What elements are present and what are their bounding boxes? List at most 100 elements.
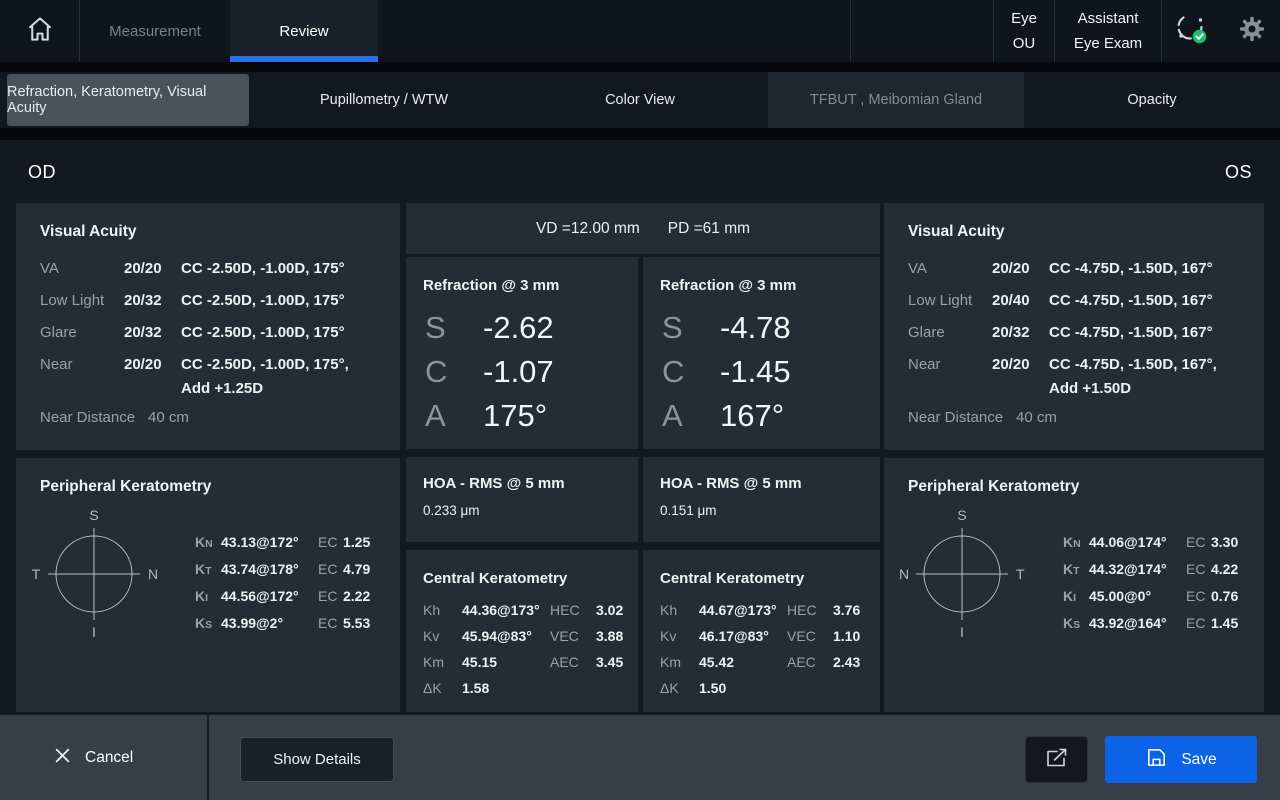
ck-label: Kv xyxy=(423,628,462,644)
cancel-button[interactable]: Cancel xyxy=(48,715,139,800)
pk-ec-value: 4.79 xyxy=(343,561,370,577)
top-bar: Measurement Review Eye OU Assistant Eye … xyxy=(0,0,1280,62)
subtab-color-view[interactable]: Color View xyxy=(512,72,768,128)
od-peripheral-keratometry-panel: Peripheral Keratometry S T N I KN 43.13@… xyxy=(16,458,400,712)
va-row-detail: CC -2.50D, -1.00D, 175° xyxy=(181,321,345,345)
save-label: Save xyxy=(1181,751,1216,769)
refraction-letter: C xyxy=(425,354,483,390)
subtab-refraction-keratometry-va[interactable]: Refraction, Keratometry, Visual Acuity xyxy=(6,73,250,127)
home-icon xyxy=(25,14,55,49)
va-detail-line1: CC -4.75D, -1.50D, 167° xyxy=(1049,324,1213,341)
svg-text:T: T xyxy=(1016,566,1025,582)
assistant-exam-status: Assistant Eye Exam xyxy=(1054,0,1161,62)
pk-ec-value: 1.25 xyxy=(343,534,370,550)
refraction-row: C -1.07 xyxy=(406,350,638,394)
assistant-label: Assistant xyxy=(1078,6,1139,31)
pk-k-sub: S xyxy=(1073,619,1080,631)
va-detail-line2: Add +1.50D xyxy=(1049,377,1217,401)
ck-label: ΔK xyxy=(660,680,699,696)
save-icon xyxy=(1145,746,1168,774)
pk-row: KS 43.99@2° EC 5.53 xyxy=(195,609,391,636)
ck-row: Kv 46.17@83° VEC 1.10 xyxy=(643,623,880,649)
subtab-pupillometry-wtw[interactable]: Pupillometry / WTW xyxy=(256,72,512,128)
ck-label: Kv xyxy=(660,628,699,644)
pk-label: KT xyxy=(195,561,221,577)
ck-ec-value: 3.88 xyxy=(596,628,623,644)
ck-label: Kh xyxy=(660,602,699,618)
pk-ec-value: 3.30 xyxy=(1211,534,1238,550)
tab-measurement[interactable]: Measurement xyxy=(80,0,230,62)
pk-row: KI 45.00@0° EC 0.76 xyxy=(1063,582,1259,609)
pk-ec-label: EC xyxy=(318,561,343,577)
refraction-value: -2.62 xyxy=(483,310,554,346)
va-detail-line1: CC -4.75D, -1.50D, 167° xyxy=(1049,292,1213,309)
ck-value: 46.17@83° xyxy=(699,628,787,644)
va-rows: VA 20/20 CC -2.50D, -1.00D, 175° Low Lig… xyxy=(16,257,400,426)
pk-value: 43.13@172° xyxy=(221,534,318,550)
refraction-letter: A xyxy=(662,398,720,434)
near-distance-row: Near Distance 40 cm xyxy=(16,409,400,426)
va-row-label: Low Light xyxy=(908,289,992,313)
ck-ec-label: HEC xyxy=(787,602,833,618)
panel-title: Refraction @ 3 mm xyxy=(643,257,880,294)
pk-row: KT 43.74@178° EC 4.79 xyxy=(195,555,391,582)
pk-ec-label: EC xyxy=(1186,588,1211,604)
hoa-value: 0.151 μm xyxy=(643,492,880,518)
od-hoa-panel: HOA - RMS @ 5 mm 0.233 μm xyxy=(406,457,638,542)
pk-label: KI xyxy=(1063,588,1089,604)
pk-ec-label: EC xyxy=(1186,615,1211,631)
refraction-letter: A xyxy=(425,398,483,434)
pk-k: K xyxy=(195,588,205,604)
od-central-keratometry-panel: Central Keratometry Kh 44.36@173° HEC 3.… xyxy=(406,550,638,712)
tab-review[interactable]: Review xyxy=(230,0,378,62)
refraction-letter: S xyxy=(662,310,720,346)
ck-ec-value: 1.10 xyxy=(833,628,860,644)
refraction-value: -1.45 xyxy=(720,354,791,390)
hoa-value: 0.233 μm xyxy=(406,492,638,518)
ck-value: 44.67@173° xyxy=(699,602,787,618)
pk-k-sub: N xyxy=(1073,538,1081,550)
pk-value: 45.00@0° xyxy=(1089,588,1186,604)
va-row: Near 20/20 CC -2.50D, -1.00D, 175°, Add … xyxy=(16,353,400,401)
svg-text:S: S xyxy=(957,507,966,523)
export-button[interactable] xyxy=(1025,736,1088,783)
results-area: OD OS VD =12.00 mm PD =61 mm Visual Acui… xyxy=(0,140,1280,715)
ck-label: Kh xyxy=(423,602,462,618)
show-details-label: Show Details xyxy=(273,751,361,768)
panel-title: Refraction @ 3 mm xyxy=(406,257,638,294)
save-button[interactable]: Save xyxy=(1105,736,1257,783)
show-details-button[interactable]: Show Details xyxy=(240,737,394,782)
export-icon xyxy=(1044,746,1070,773)
sync-status-button[interactable] xyxy=(1172,9,1212,53)
va-row-label: Near xyxy=(40,353,124,377)
pk-ec-value: 5.53 xyxy=(343,615,370,631)
panel-title: Central Keratometry xyxy=(643,550,880,587)
ck-row: Km 45.15 AEC 3.45 xyxy=(406,649,638,675)
refraction-value: 167° xyxy=(720,398,784,434)
va-row-acuity: 20/40 xyxy=(992,289,1049,313)
va-row-acuity: 20/32 xyxy=(124,321,181,345)
subtab-opacity[interactable]: Opacity xyxy=(1024,72,1280,128)
va-detail-line1: CC -4.75D, -1.50D, 167°, xyxy=(1049,353,1217,377)
va-row-acuity: 20/32 xyxy=(124,289,181,313)
ck-ec-value: 3.45 xyxy=(596,654,623,670)
pk-value: 44.56@172° xyxy=(221,588,318,604)
va-row: Near 20/20 CC -4.75D, -1.50D, 167°, Add … xyxy=(884,353,1264,401)
os-section-label: OS xyxy=(1225,162,1252,183)
assistant-value: Eye Exam xyxy=(1074,31,1142,56)
near-distance-label: Near Distance xyxy=(40,409,148,426)
pk-label: KI xyxy=(195,588,221,604)
vd-value: VD =12.00 mm xyxy=(536,220,640,238)
ck-row: ΔK 1.50 xyxy=(643,675,880,701)
pk-label: KS xyxy=(195,615,221,631)
pk-ec-label: EC xyxy=(318,615,343,631)
refraction-row: A 167° xyxy=(643,394,880,438)
refraction-value: -1.07 xyxy=(483,354,554,390)
near-distance-row: Near Distance 40 cm xyxy=(884,409,1264,426)
settings-button[interactable] xyxy=(1232,9,1272,53)
ck-ec-value: 3.02 xyxy=(596,602,623,618)
subtab-tfbut-meibomian-gland[interactable]: TFBUT , Meibomian Gland xyxy=(768,72,1024,128)
central-keratometry-rows: Kh 44.67@173° HEC 3.76 Kv 46.17@83° VEC … xyxy=(643,597,880,701)
home-button[interactable] xyxy=(0,0,80,62)
ck-value: 45.42 xyxy=(699,654,787,670)
